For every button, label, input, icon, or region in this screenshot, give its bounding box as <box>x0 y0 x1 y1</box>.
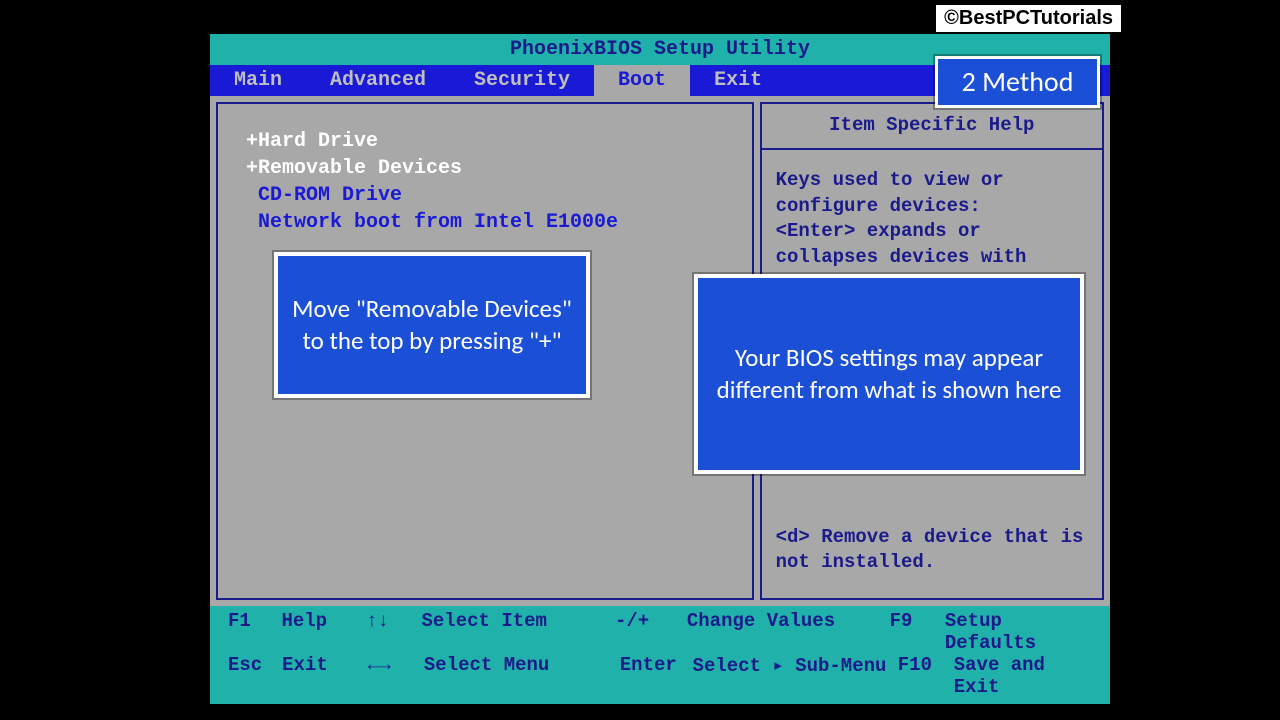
tab-security[interactable]: Security <box>450 65 594 96</box>
label-change-values: Change Values <box>687 610 890 654</box>
label-select-item: Select Item <box>422 610 616 654</box>
label-select-submenu: Select ▸ Sub-Menu <box>693 654 898 698</box>
footer-row-2: Esc Exit ←→ Select Menu Enter Select ▸ S… <box>228 654 1092 698</box>
key-f10: F10 <box>898 654 954 698</box>
label-exit: Exit <box>282 654 368 698</box>
tab-advanced[interactable]: Advanced <box>306 65 450 96</box>
key-enter: Enter <box>620 654 693 698</box>
overlay-instruction-left: Move "Removable Devices" to the top by p… <box>274 252 590 398</box>
label-select-menu: Select Menu <box>424 654 620 698</box>
tab-main[interactable]: Main <box>210 65 306 96</box>
boot-item-removable-devices[interactable]: +Removable Devices <box>246 155 740 182</box>
arrows-leftright-icon: ←→ <box>368 654 424 698</box>
help-body-bottom: <d> Remove a device that is not installe… <box>762 525 1102 590</box>
help-title: Item Specific Help <box>762 104 1102 150</box>
key-plusminus: -/+ <box>615 610 687 654</box>
key-esc: Esc <box>228 654 282 698</box>
boot-item-network[interactable]: Network boot from Intel E1000e <box>246 209 740 236</box>
help-body-top: Keys used to view or configure devices: … <box>762 150 1102 289</box>
tab-boot[interactable]: Boot <box>594 65 690 96</box>
key-f9: F9 <box>890 610 945 654</box>
tab-exit[interactable]: Exit <box>690 65 786 96</box>
footer-row-1: F1 Help ↑↓ Select Item -/+ Change Values… <box>228 610 1092 654</box>
watermark-badge: ©BestPCTutorials <box>935 4 1122 33</box>
overlay-instruction-right: Your BIOS settings may appear different … <box>694 274 1084 474</box>
footer-bar: F1 Help ↑↓ Select Item -/+ Change Values… <box>210 606 1110 704</box>
label-save-exit: Save and Exit <box>954 654 1092 698</box>
arrows-updown-icon: ↑↓ <box>366 610 421 654</box>
boot-item-cdrom[interactable]: CD-ROM Drive <box>246 182 740 209</box>
label-help: Help <box>281 610 366 654</box>
label-setup-defaults: Setup Defaults <box>945 610 1092 654</box>
boot-item-hard-drive[interactable]: +Hard Drive <box>246 128 740 155</box>
overlay-method-badge: 2 Method <box>935 56 1100 108</box>
key-f1: F1 <box>228 610 281 654</box>
